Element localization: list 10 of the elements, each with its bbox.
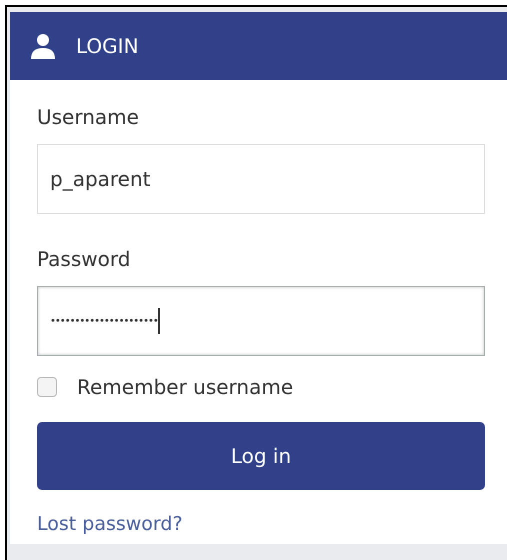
field-label: Password xyxy=(37,246,130,273)
remember-label: Remember username xyxy=(77,374,294,401)
lost-password-link[interactable]: Lost password? xyxy=(37,510,183,538)
remember-checkbox[interactable] xyxy=(37,377,57,397)
login-button[interactable]: Log in xyxy=(37,422,485,490)
password-field[interactable]: •••••••••••••••••••••• xyxy=(37,286,485,356)
panel-title: LOGIN xyxy=(76,33,139,60)
user-icon xyxy=(30,33,56,59)
field-label: Username xyxy=(37,104,139,131)
username-field[interactable]: p_aparent xyxy=(37,144,485,214)
